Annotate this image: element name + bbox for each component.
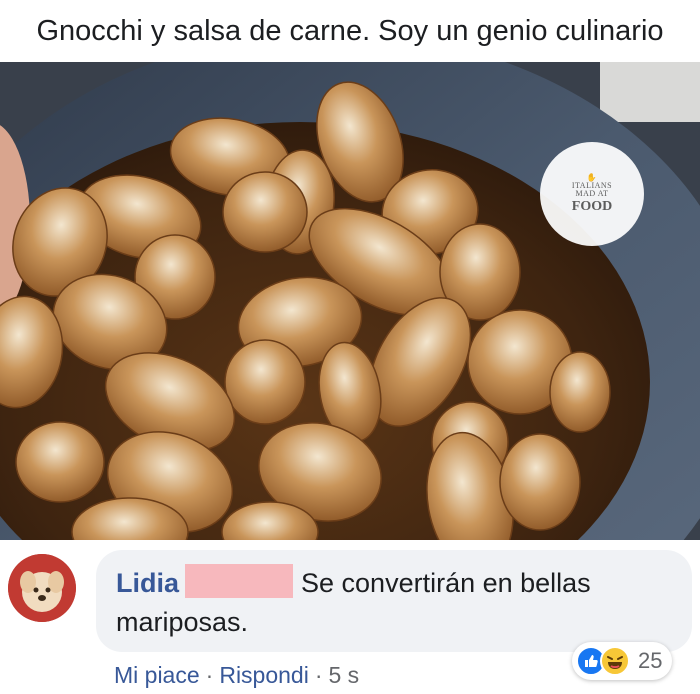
post-caption: Gnocchi y salsa de carne. Soy un genio c… <box>0 0 700 62</box>
action-separator: · <box>205 662 214 688</box>
comment-actions: Mi piace · Rispondi · 5 s <box>114 662 359 689</box>
italians-mad-at-food-watermark: ✋ ITALIANS MAD AT FOOD <box>540 142 644 246</box>
reactions-summary[interactable]: 25 <box>572 642 673 680</box>
watermark-line-3: FOOD <box>571 199 613 214</box>
comment: Lidia Se convertirán en bellas mariposas.… <box>0 540 700 694</box>
comment-timestamp[interactable]: 5 s <box>329 662 360 689</box>
comment-bubble: Lidia Se convertirán en bellas mariposas. <box>96 550 692 652</box>
gnocchi-piece <box>15 421 105 503</box>
post-photo[interactable]: ✋ ITALIANS MAD AT FOOD <box>0 62 700 540</box>
like-link[interactable]: Mi piace <box>114 662 200 689</box>
action-separator: · <box>314 662 323 688</box>
comment-author[interactable]: Lidia <box>116 568 179 598</box>
gnocchi-piece <box>499 433 581 531</box>
gnocchi-piece <box>549 351 611 433</box>
reply-link[interactable]: Rispondi <box>219 662 309 689</box>
watermark-line-2: MAD AT <box>575 189 609 198</box>
gnocchi-piece <box>224 339 306 425</box>
gnocchi-pot-image <box>0 62 700 540</box>
redacted-name <box>185 564 294 598</box>
haha-icon <box>600 646 630 676</box>
reaction-count: 25 <box>638 648 663 673</box>
gnocchi-piece <box>222 171 308 253</box>
comment-text-block: Lidia Se convertirán en bellas mariposas. <box>116 564 676 642</box>
dog-avatar-icon <box>8 554 76 622</box>
avatar[interactable] <box>8 554 76 622</box>
